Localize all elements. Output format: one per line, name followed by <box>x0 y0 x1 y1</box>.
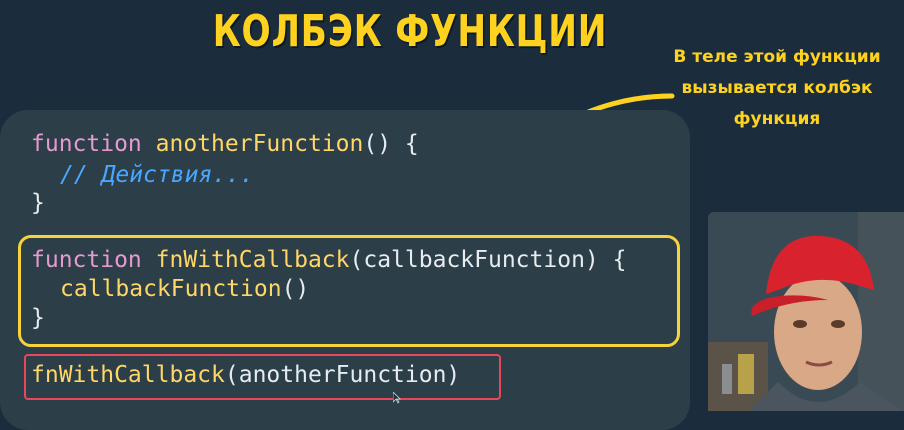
code-comment: // Действия... <box>60 162 254 188</box>
code-punctuation: () <box>281 276 310 302</box>
mouse-cursor-icon <box>393 392 401 404</box>
code-line-1: function anotherFunction() { <box>31 131 419 157</box>
function-name: anotherFunction <box>155 131 364 157</box>
callback-call: callbackFunction <box>60 276 282 302</box>
code-brace: } <box>31 305 45 331</box>
function-name: fnWithCallback <box>155 247 350 273</box>
code-punctuation: (callbackFunction) { <box>349 247 627 273</box>
keyword-function: function <box>31 247 142 273</box>
code-brace: } <box>31 190 45 216</box>
code-line-3: } <box>31 190 45 216</box>
code-punctuation: () { <box>363 131 419 157</box>
function-name: fnWithCallback <box>31 362 225 388</box>
presenter-webcam <box>708 212 904 411</box>
code-arguments: (anotherFunction) <box>224 362 461 388</box>
code-line-7: fnWithCallback(anotherFunction) <box>31 362 460 388</box>
code-line-6: } <box>31 305 45 331</box>
code-line-5: callbackFunction() <box>60 276 309 302</box>
keyword-function: function <box>31 131 142 157</box>
code-line-4: function fnWithCallback(callbackFunction… <box>31 247 626 273</box>
code-line-2: // Действия... <box>60 162 254 188</box>
